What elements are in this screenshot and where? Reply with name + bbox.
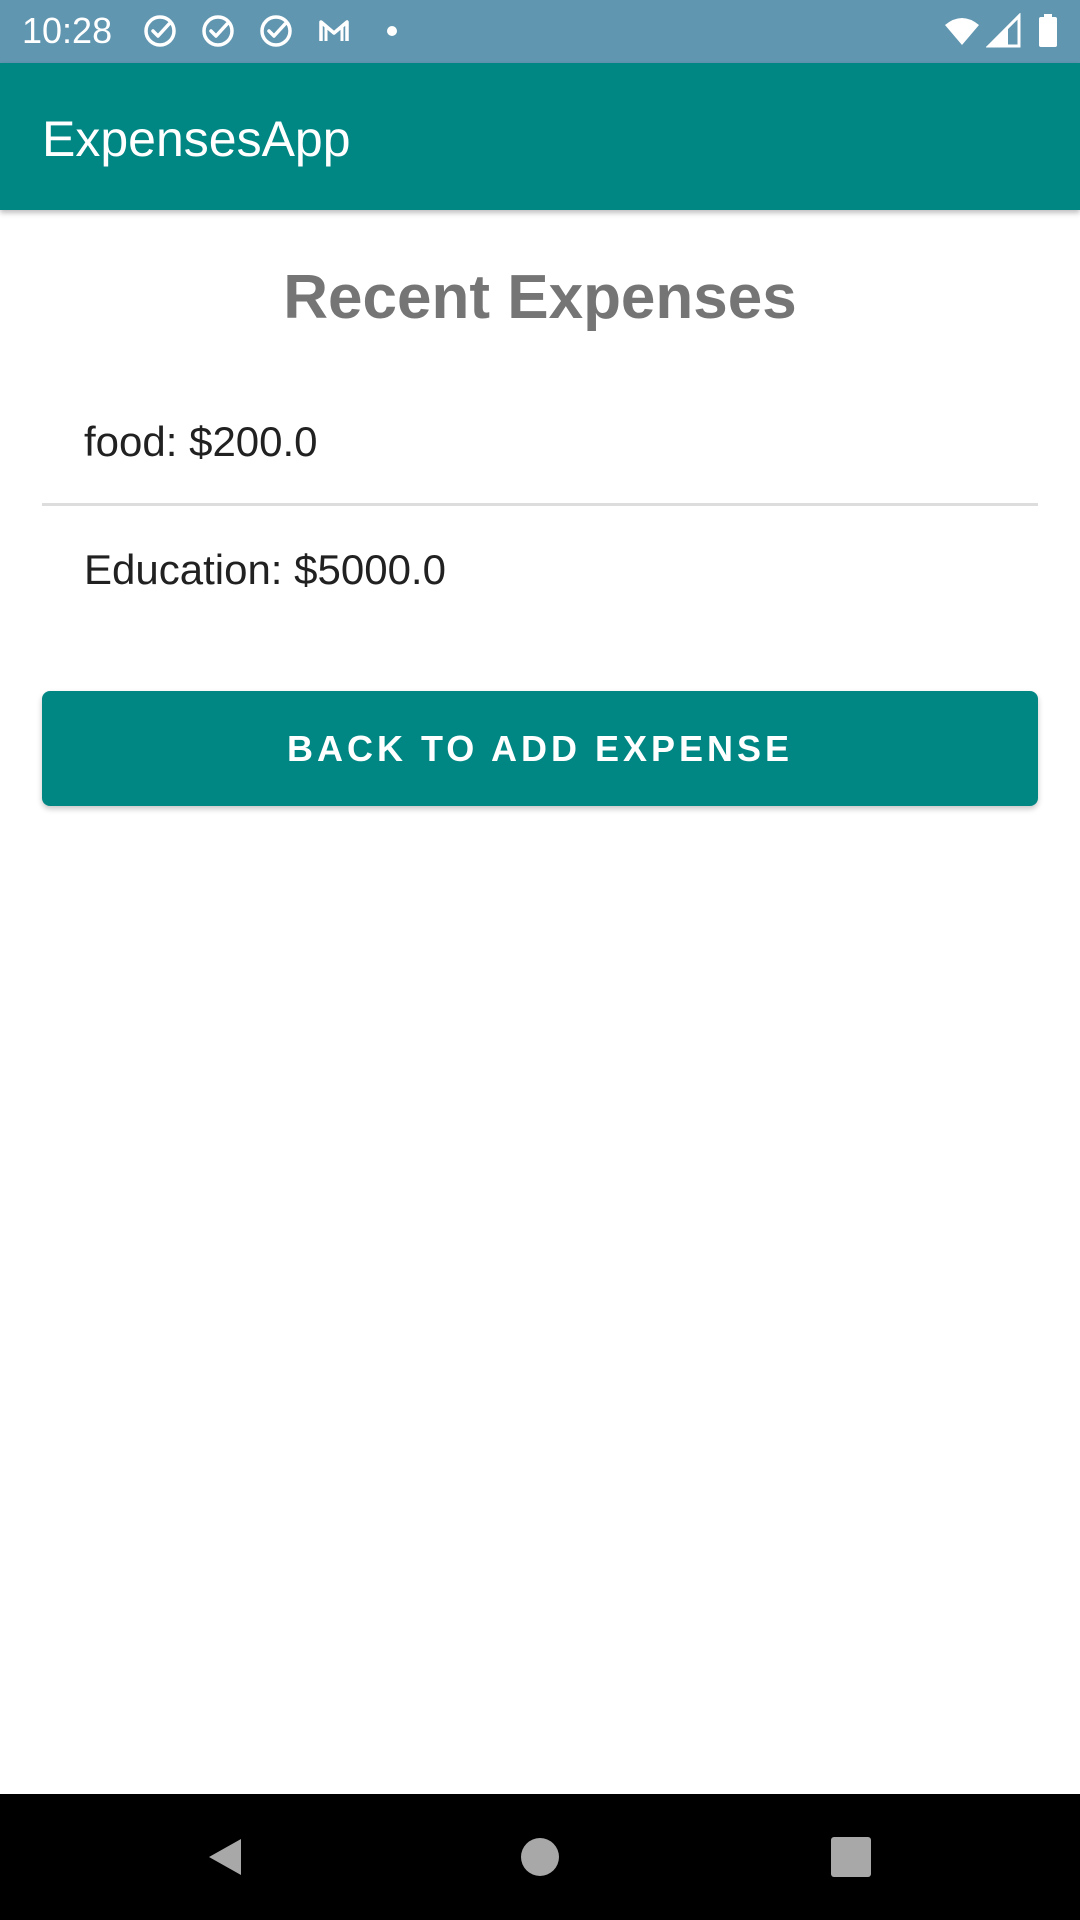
- notification-dot-icon: [374, 13, 410, 49]
- page-title: Recent Expenses: [283, 263, 797, 332]
- list-item[interactable]: food: $200.0: [42, 378, 1038, 506]
- app-bar: ExpensesApp: [0, 63, 1080, 210]
- gmail-icon: [316, 13, 352, 49]
- expense-label: Education: $5000.0: [84, 546, 446, 593]
- navigation-bar: [0, 1794, 1080, 1920]
- cellular-signal-icon: [986, 13, 1022, 49]
- back-to-add-expense-button[interactable]: BACK TO ADD EXPENSE: [42, 691, 1038, 806]
- wifi-icon: [944, 13, 980, 49]
- status-bar: 10:28: [0, 0, 1080, 63]
- home-icon[interactable]: [510, 1827, 570, 1887]
- recents-icon[interactable]: [821, 1827, 881, 1887]
- check-circle-icon: [142, 13, 178, 49]
- expense-label: food: $200.0: [84, 418, 318, 465]
- battery-icon: [1030, 13, 1066, 49]
- back-icon[interactable]: [195, 1827, 255, 1887]
- status-time: 10:28: [22, 10, 113, 51]
- app-title: ExpensesApp: [42, 111, 351, 167]
- check-circle-icon: [200, 13, 236, 49]
- expense-list: food: $200.0 Education: $5000.0: [42, 378, 1038, 634]
- list-item[interactable]: Education: $5000.0: [42, 506, 1038, 634]
- check-circle-icon: [258, 13, 294, 49]
